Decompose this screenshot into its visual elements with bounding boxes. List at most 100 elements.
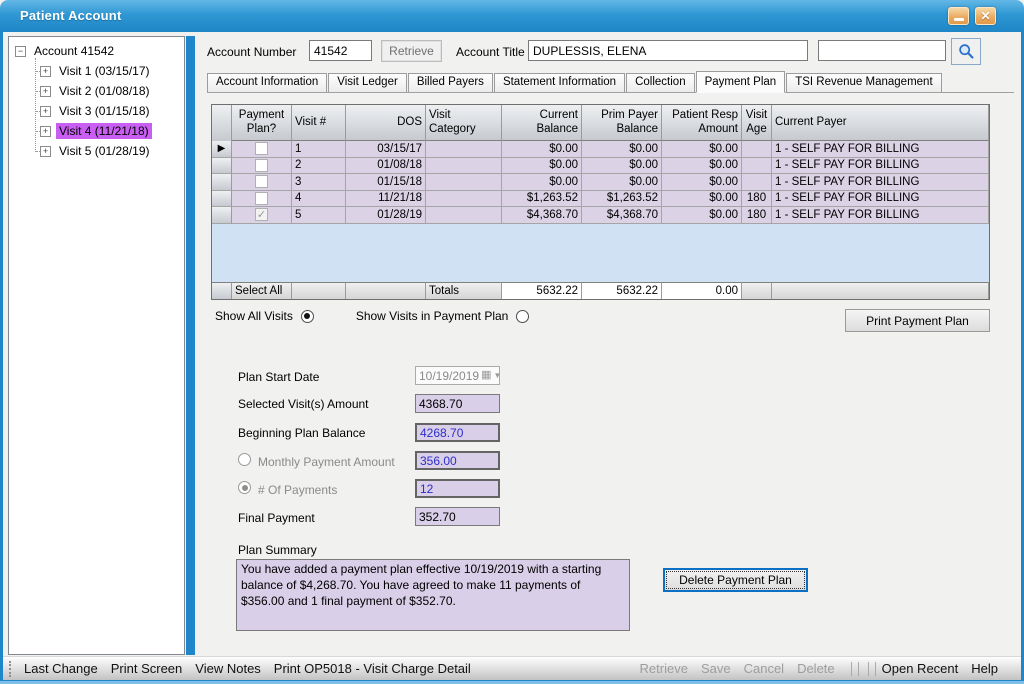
statusbar-cancel: Cancel [744, 661, 784, 676]
collapse-icon[interactable]: − [15, 46, 26, 57]
tree-item-visit-5[interactable]: + Visit 5 (01/28/19) [20, 141, 182, 161]
grid-cell-dos: 11/21/18 [346, 191, 426, 208]
panel-splitter[interactable] [186, 36, 195, 655]
payment-plan-checkbox: ✓ [255, 208, 268, 221]
grid-column-header[interactable]: Current Payer [772, 105, 989, 141]
grid-row[interactable]: 201/08/18$0.00$0.00$0.001 - SELF PAY FOR… [212, 158, 989, 175]
statusbar: Last Change Print Screen View Notes Print O… [3, 656, 1021, 680]
num-payments-field[interactable] [415, 479, 500, 498]
grid-column-header[interactable]: Payment Plan? [232, 105, 292, 141]
window-title: Patient Account [20, 8, 121, 23]
tab-statement-information[interactable]: Statement Information [494, 73, 625, 92]
expand-icon[interactable]: + [40, 126, 51, 137]
search-button[interactable] [951, 38, 981, 65]
tree-item-label: Visit 4 (11/21/18) [56, 123, 152, 139]
grid-row-selector[interactable] [212, 191, 232, 208]
payment-plan-cell [232, 141, 292, 158]
grid-column-header[interactable]: Visit Category [426, 105, 502, 141]
grid-column-header[interactable]: Prim Payer Balance [582, 105, 662, 141]
print-payment-plan-button[interactable]: Print Payment Plan [845, 309, 990, 332]
grid-cell-patient-resp-amount: $0.00 [662, 174, 742, 191]
expand-icon[interactable]: + [40, 66, 51, 77]
visit-filter-group: Show All Visits Show Visits in Payment P… [215, 306, 529, 326]
tree-item-label: Visit 3 (01/15/18) [56, 103, 153, 119]
patient-search-input[interactable] [818, 40, 946, 61]
close-button[interactable]: ✕ [975, 7, 996, 25]
plan-start-date-label: Plan Start Date [238, 370, 319, 384]
grid-column-header[interactable]: Patient Resp Amount [662, 105, 742, 141]
grid-row-selector[interactable]: ▶ [212, 141, 232, 158]
statusbar-view-notes[interactable]: View Notes [195, 661, 261, 676]
monthly-payment-radio [238, 453, 251, 466]
plan-summary-label: Plan Summary [238, 543, 317, 557]
tree-item-visit-1[interactable]: +Visit 1 (03/15/17) [20, 61, 182, 81]
grid-column-header[interactable]: DOS [346, 105, 426, 141]
tab-billed-payers[interactable]: Billed Payers [408, 73, 493, 92]
tree-item-visit-2[interactable]: +Visit 2 (01/08/18) [20, 81, 182, 101]
tree-item-visit-4[interactable]: + Visit 4 (11/21/18) [20, 121, 182, 141]
grid-row-selector[interactable] [212, 158, 232, 175]
payment-plan-checkbox[interactable] [255, 159, 268, 172]
grid-row[interactable]: 411/21/18$1,263.52$1,263.52$0.001801 - S… [212, 191, 989, 208]
tab-account-information[interactable]: Account Information [207, 73, 327, 92]
monthly-payment-label: Monthly Payment Amount [258, 455, 395, 469]
beginning-plan-balance-field[interactable] [415, 423, 500, 442]
statusbar-print-op5018-visit-charge-detail[interactable]: Print OP5018 - Visit Charge Detail [274, 661, 471, 676]
grid-cell-patient-resp-amount: $0.00 [662, 158, 742, 175]
grid-cell-current-payer: 1 - SELF PAY FOR BILLING [772, 207, 989, 224]
payment-plan-checkbox[interactable] [255, 192, 268, 205]
grid-column-header[interactable]: Visit Age [742, 105, 772, 141]
show-all-visits-radio[interactable] [301, 310, 314, 323]
payment-plan-checkbox[interactable] [255, 175, 268, 188]
tab-collection[interactable]: Collection [626, 73, 695, 92]
tab-visit-ledger[interactable]: Visit Ledger [328, 73, 407, 92]
grid-row-selector[interactable] [212, 207, 232, 224]
delete-payment-plan-button[interactable]: Delete Payment Plan [663, 568, 808, 592]
payment-plan-cell [232, 158, 292, 175]
select-all-button[interactable]: Select All [232, 282, 292, 299]
search-icon [958, 43, 975, 60]
retrieve-button[interactable]: Retrieve [381, 40, 442, 62]
grid-row[interactable]: ▶103/15/17$0.00$0.00$0.001 - SELF PAY FO… [212, 141, 989, 158]
window-frame-bottom [0, 680, 1024, 684]
footer-empty-cell [292, 282, 346, 299]
tab-tsi-revenue-management[interactable]: TSI Revenue Management [786, 73, 941, 92]
statusbar-print-screen[interactable]: Print Screen [111, 661, 183, 676]
grid-cell-prim-payer-balance: $4,368.70 [582, 207, 662, 224]
expand-icon[interactable]: + [40, 86, 51, 97]
expand-icon[interactable]: + [40, 146, 51, 157]
grid-cell-current-payer: 1 - SELF PAY FOR BILLING [772, 141, 989, 158]
grid-cell-visit-age: 180 [742, 207, 772, 224]
monthly-payment-field[interactable] [415, 451, 500, 470]
tab-payment-plan[interactable]: Payment Plan [696, 71, 786, 93]
minimize-icon [954, 18, 964, 21]
payment-plan-cell [232, 174, 292, 191]
grid-row[interactable]: 301/15/18$0.00$0.00$0.001 - SELF PAY FOR… [212, 174, 989, 191]
grid-column-header[interactable]: Visit # [292, 105, 346, 141]
selected-visits-amount-label: Selected Visit(s) Amount [238, 397, 369, 411]
grid-cell-visit-num: 5 [292, 207, 346, 224]
row-pointer-icon: ▶ [218, 144, 226, 154]
minimize-button[interactable] [948, 7, 969, 25]
tree-root-account[interactable]: − Account 41542 [15, 41, 182, 61]
grid-cell-current-balance: $0.00 [502, 141, 582, 158]
grid-row-selector[interactable] [212, 174, 232, 191]
account-number-input[interactable] [309, 40, 372, 61]
grid-cell-dos: 01/08/18 [346, 158, 426, 175]
statusbar-separator [868, 662, 869, 676]
statusbar-last-change[interactable]: Last Change [24, 661, 98, 676]
prim-payer-total: 5632.22 [582, 282, 662, 299]
statusbar-open-recent[interactable]: Open Recent [882, 661, 959, 676]
grid-row[interactable]: ✓501/28/19$4,368.70$4,368.70$0.001801 - … [212, 207, 989, 224]
tree-item-visit-3[interactable]: + Visit 3 (01/15/18) [20, 101, 182, 121]
account-title-input[interactable] [528, 40, 808, 61]
grid-column-header[interactable]: Current Balance [502, 105, 582, 141]
expand-icon[interactable]: + [40, 106, 51, 117]
grid-cell-prim-payer-balance: $1,263.52 [582, 191, 662, 208]
statusbar-help[interactable]: Help [971, 661, 998, 676]
tree-item-label: Visit 5 (01/28/19) [56, 143, 153, 159]
show-visits-in-plan-radio[interactable] [516, 310, 529, 323]
show-visits-in-plan-label: Show Visits in Payment Plan [356, 309, 509, 323]
grid-cell-current-payer: 1 - SELF PAY FOR BILLING [772, 158, 989, 175]
payment-plan-checkbox[interactable] [255, 142, 268, 155]
